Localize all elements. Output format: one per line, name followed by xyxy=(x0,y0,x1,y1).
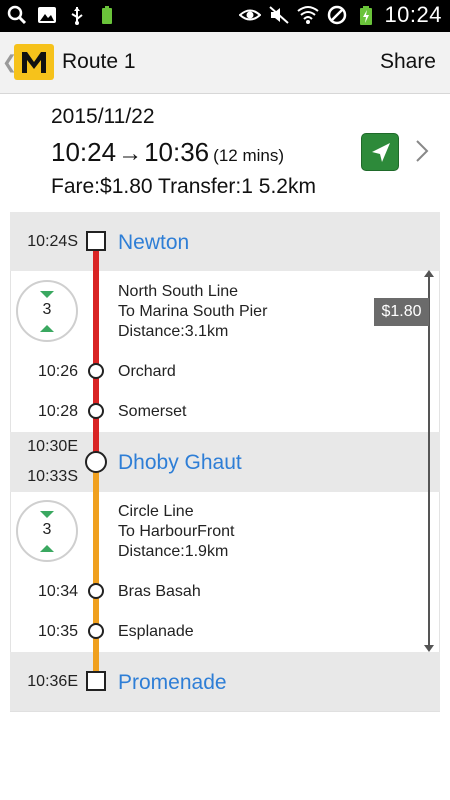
transfer-station-name[interactable]: Dhoby Ghaut xyxy=(118,451,242,475)
no-sim-icon xyxy=(328,5,347,25)
divider xyxy=(10,711,440,712)
route-date: 2015/11/22 xyxy=(51,105,155,128)
transfer-depart-time: 10:33S xyxy=(27,468,78,485)
circle-line-track xyxy=(93,462,99,682)
expand-up-icon xyxy=(40,325,54,332)
route-summary: 2015/11/22 10:24→10:36 (12 mins) Fare:$1.… xyxy=(0,95,450,212)
stop-name: Somerset xyxy=(118,403,187,420)
action-bar: ❮ Route 1 Share xyxy=(0,32,450,94)
north-south-line-track xyxy=(93,242,99,462)
chevron-right-icon[interactable] xyxy=(414,137,430,172)
end-station-marker xyxy=(86,671,106,691)
battery-charging-icon xyxy=(360,6,373,25)
arrive-time: 10:36 xyxy=(144,137,210,167)
wifi-icon xyxy=(297,6,320,24)
stop-name: Orchard xyxy=(118,363,176,380)
stop-marker xyxy=(88,583,104,599)
mute-icon xyxy=(269,6,290,24)
stop-time: 10:28 xyxy=(37,403,78,420)
page-title: Route 1 xyxy=(62,50,136,73)
fare-tag: $1.80 xyxy=(374,298,429,326)
line-name: North South Line xyxy=(118,283,239,300)
transfer-arrive-time: 10:30E xyxy=(27,438,78,455)
arrow-icon: → xyxy=(118,140,143,167)
start-station-marker xyxy=(86,231,106,251)
start-time: 10:24S xyxy=(27,233,78,250)
fare-span-line xyxy=(428,276,430,646)
expand-down-icon xyxy=(40,291,54,298)
status-bar: 10:24 xyxy=(0,0,450,32)
stop-marker xyxy=(88,623,104,639)
span-arrow-down-icon xyxy=(424,645,434,652)
route-detail: 10:24S Newton 3 North South Line To Mari… xyxy=(0,212,450,712)
stop-time: 10:26 xyxy=(37,363,78,380)
stop-time: 10:35 xyxy=(37,623,78,640)
line-name: Circle Line xyxy=(118,503,194,520)
line-distance: Distance:1.9km xyxy=(118,543,229,560)
route-time-range: 10:24→10:36 (12 mins) xyxy=(51,137,284,168)
photo-icon xyxy=(38,7,56,23)
eye-icon xyxy=(239,9,262,21)
stops-count-badge[interactable]: 3 xyxy=(16,280,78,342)
metro-logo-icon xyxy=(22,52,46,73)
line-distance: Distance:3.1km xyxy=(118,323,229,340)
leg-1-info: North South Line To Marina South Pier Di… xyxy=(118,282,267,342)
stop-name: Bras Basah xyxy=(118,583,201,600)
stops-count-badge[interactable]: 3 xyxy=(16,500,78,562)
stop-marker xyxy=(88,403,104,419)
battery-saver-icon xyxy=(102,6,112,24)
start-station-name[interactable]: Newton xyxy=(118,231,189,255)
duration: (12 mins) xyxy=(213,146,285,165)
app-logo[interactable] xyxy=(14,44,54,80)
stop-marker xyxy=(88,363,104,379)
navigation-arrow-icon xyxy=(372,143,390,162)
navigate-button[interactable] xyxy=(361,133,399,171)
stop-time: 10:34 xyxy=(37,583,78,600)
status-time: 10:24 xyxy=(384,2,442,27)
transfer-station-marker xyxy=(85,451,107,473)
line-direction: To HarbourFront xyxy=(118,523,235,540)
end-station-name[interactable]: Promenade xyxy=(118,671,227,695)
search-icon xyxy=(7,5,27,25)
fare-summary: Fare:$1.80 Transfer:1 5.2km xyxy=(51,175,316,198)
share-button[interactable]: Share xyxy=(380,50,436,74)
end-time: 10:36E xyxy=(27,673,78,690)
usb-icon xyxy=(71,7,83,25)
leg-2-info: Circle Line To HarbourFront Distance:1.9… xyxy=(118,502,235,562)
depart-time: 10:24 xyxy=(51,137,117,167)
expand-down-icon xyxy=(40,511,54,518)
line-direction: To Marina South Pier xyxy=(118,303,268,320)
stop-name: Esplanade xyxy=(118,623,194,640)
expand-up-icon xyxy=(40,545,54,552)
